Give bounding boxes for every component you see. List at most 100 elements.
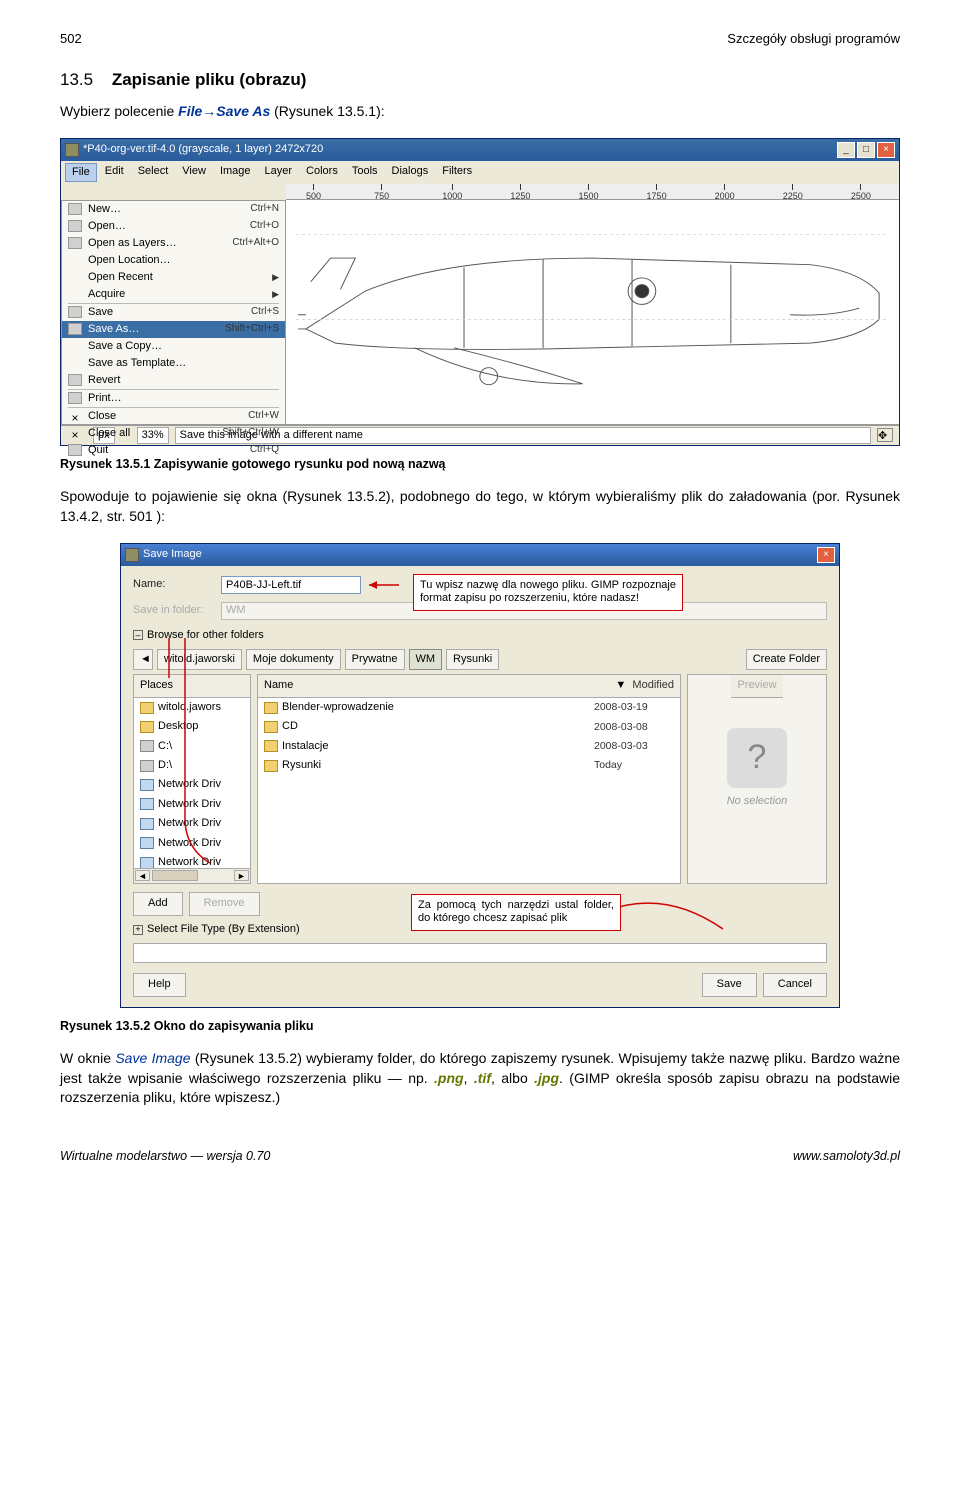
page-header-title: Szczegóły obsługi programów: [727, 30, 900, 48]
file-menu-item[interactable]: ×CloseCtrl+W: [62, 408, 285, 425]
file-menu-item[interactable]: QuitCtrl+Q: [62, 442, 285, 459]
menu-item-label: Open as Layers…: [88, 236, 232, 251]
savein-label: Save in folder:: [133, 603, 213, 618]
dialog-title: Save Image: [143, 547, 202, 562]
menubar-item-dialogs[interactable]: Dialogs: [386, 163, 435, 182]
menubar-item-colors[interactable]: Colors: [300, 163, 344, 182]
menubar-item-filters[interactable]: Filters: [436, 163, 478, 182]
maximize-button[interactable]: □: [857, 142, 875, 158]
file-name: Rysunki: [282, 758, 590, 773]
window-titlebar[interactable]: *P40-org-ver.tif-4.0 (grayscale, 1 layer…: [61, 139, 899, 161]
section-heading: 13.5 Zapisanie pliku (obrazu): [60, 68, 900, 92]
menubar-item-file[interactable]: File: [65, 163, 97, 182]
minimize-button[interactable]: _: [837, 142, 855, 158]
cancel-button[interactable]: Cancel: [763, 973, 827, 996]
close-button[interactable]: ×: [877, 142, 895, 158]
ruler-tick: 750: [374, 184, 389, 200]
file-menu-item[interactable]: Revert: [62, 372, 285, 389]
file-name: Instalacje: [282, 739, 590, 754]
menu-item-label: Revert: [88, 373, 279, 388]
path-segment[interactable]: WM: [409, 649, 443, 670]
dialog-titlebar[interactable]: Save Image ×: [121, 544, 839, 566]
folder-icon: [264, 721, 278, 733]
path-bar[interactable]: ◄ witold.jaworskiMoje dokumentyPrywatneW…: [133, 649, 827, 670]
ruler-tick: 2000: [715, 184, 735, 200]
image-canvas[interactable]: [286, 200, 899, 425]
menu-item-icon: [68, 323, 82, 335]
section-title-text: Zapisanie pliku (obrazu): [112, 70, 307, 89]
menu-shortcut: Ctrl+W: [248, 409, 279, 423]
menubar-item-image[interactable]: Image: [214, 163, 257, 182]
nav-icon[interactable]: ✥: [877, 428, 893, 442]
menu-item-label: Save As…: [88, 322, 225, 337]
path-segment[interactable]: Rysunki: [446, 649, 499, 670]
menubar-item-edit[interactable]: Edit: [99, 163, 130, 182]
intro-paragraph: Wybierz polecenie File→Save As (Rysunek …: [60, 102, 900, 122]
folder-icon: [264, 760, 278, 772]
files-panel[interactable]: Name ▼ Modified Blender-wprowadzenie2008…: [257, 674, 681, 884]
menu-item-label: Open Recent: [88, 270, 266, 285]
horizontal-ruler: 5007501000125015001750200022502500: [286, 184, 899, 200]
browse-expander[interactable]: –: [133, 630, 143, 640]
figure2-caption: Rysunek 13.5.2 Okno do zapisywania pliku: [60, 1018, 900, 1036]
file-row[interactable]: RysunkiToday: [258, 756, 680, 775]
menu-item-icon: [68, 392, 82, 404]
ruler-tick: 1000: [442, 184, 462, 200]
menu-path-arrow: →: [202, 103, 216, 119]
file-modified: 2008-03-08: [594, 720, 674, 735]
files-modified-header[interactable]: Modified: [632, 679, 674, 691]
menu-shortcut: Ctrl+O: [250, 219, 279, 233]
file-menu-item[interactable]: Open Location…: [62, 252, 285, 269]
places-scrollbar[interactable]: ◄►: [134, 868, 250, 883]
file-menu-item[interactable]: Save As…Shift+Ctrl+S: [62, 321, 285, 338]
menubar-item-select[interactable]: Select: [132, 163, 175, 182]
menu-item-label: Save a Copy…: [88, 339, 279, 354]
add-place-button[interactable]: Add: [133, 892, 183, 915]
file-menu-item[interactable]: Print…: [62, 390, 285, 407]
file-menu-item[interactable]: New…Ctrl+N: [62, 201, 285, 218]
file-modified: 2008-03-03: [594, 739, 674, 754]
menu-path-saveas: Save As: [216, 103, 270, 119]
path-segment[interactable]: Prywatne: [345, 649, 405, 670]
remove-place-button: Remove: [189, 892, 260, 915]
path-segment[interactable]: Moje dokumenty: [246, 649, 341, 670]
menu-item-label: Quit: [88, 443, 250, 458]
folder-icon: [264, 702, 278, 714]
save-image-ref: Save Image: [115, 1050, 190, 1066]
menubar-item-layer[interactable]: Layer: [259, 163, 299, 182]
app-icon: [65, 143, 79, 157]
menu-item-label: Save: [88, 305, 251, 320]
file-menu-item[interactable]: Acquire ▶: [62, 286, 285, 303]
file-menu-item[interactable]: Open Recent▶: [62, 269, 285, 286]
menubar-item-tools[interactable]: Tools: [346, 163, 384, 182]
menu-shortcut: Shift+Ctrl+W: [222, 426, 279, 440]
file-row[interactable]: CD2008-03-08: [258, 717, 680, 736]
file-menu-item[interactable]: ×Close allShift+Ctrl+W: [62, 425, 285, 442]
preview-panel: Preview ? No selection: [687, 674, 827, 884]
file-menu-item[interactable]: Open…Ctrl+O: [62, 218, 285, 235]
menubar-item-view[interactable]: View: [176, 163, 212, 182]
menu-item-icon: [68, 220, 82, 232]
filename-input[interactable]: [221, 576, 361, 594]
file-menu-item[interactable]: Open as Layers…Ctrl+Alt+O: [62, 235, 285, 252]
file-row[interactable]: Instalacje 2008-03-03: [258, 737, 680, 756]
callout-folder-hint: Za pomocą tych narzędzi ustal folder, do…: [411, 894, 621, 932]
dialog-close-button[interactable]: ×: [817, 547, 835, 563]
filetype-expander[interactable]: +: [133, 925, 143, 935]
files-name-header[interactable]: Name: [264, 678, 293, 693]
menu-shortcut: Ctrl+S: [251, 305, 279, 319]
save-button[interactable]: Save: [702, 973, 757, 996]
ext-png: .png: [434, 1070, 464, 1086]
create-folder-button[interactable]: Create Folder: [746, 649, 827, 670]
help-button[interactable]: Help: [133, 973, 186, 996]
file-menu-dropdown[interactable]: New…Ctrl+NOpen…Ctrl+OOpen as Layers…Ctrl…: [61, 200, 286, 425]
file-menu-item[interactable]: Save as Template…: [62, 355, 285, 372]
menu-item-label: Acquire: [88, 287, 266, 302]
file-menu-item[interactable]: Save a Copy…: [62, 338, 285, 355]
menu-item-icon: [68, 306, 82, 318]
menubar[interactable]: FileEditSelectViewImageLayerColorsToolsD…: [61, 161, 899, 184]
submenu-arrow-icon: ▶: [272, 288, 279, 301]
name-label: Name:: [133, 577, 213, 592]
file-menu-item[interactable]: SaveCtrl+S: [62, 304, 285, 321]
file-row[interactable]: Blender-wprowadzenie2008-03-19: [258, 698, 680, 717]
